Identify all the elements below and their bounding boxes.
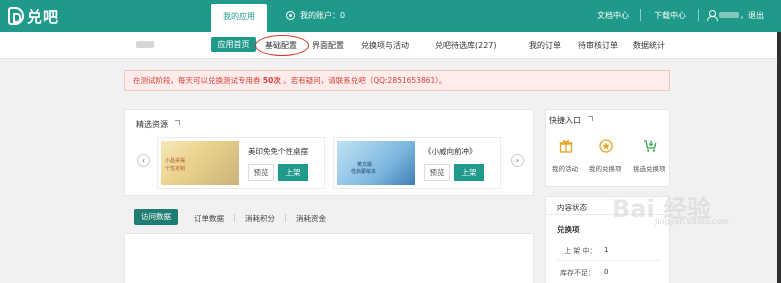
my-account-link[interactable]: 我的账户：0 [286,10,345,21]
divider [698,9,699,21]
test-notice-banner: 在测试阶段，每天可以兑换测试专用券 50次 。若有疑问，请联系兑吧（QQ:285… [124,70,670,91]
shelf-button[interactable]: 上架 [278,164,308,181]
notice-prefix: 在测试阶段，每天可以兑换测试专用券 [133,76,263,85]
subnav-app-home[interactable]: 应用首页 [211,37,256,52]
top-bar: 兑吧 我的应用 我的账户：0 文档中心 下载中心 ，退出 [0,0,781,32]
tab-visit-data[interactable]: 访问数据 [134,209,178,225]
divider [640,9,641,21]
status-title: 内容状态 [557,203,587,212]
resource-thumbnail[interactable]: 英文版 性启蒙绘本 [337,141,415,185]
featured-resources-panel: 精选资源 ‹ 小昌桌摆 个性定制 美印免免个性桌摆 预览 上架 英文版 性启蒙绘… [124,109,534,196]
subnav-items-activities[interactable]: 兑换项与活动 [361,40,409,51]
status-row-label: 库存不足： [560,269,595,277]
download-center-link[interactable]: 下载中心 [654,10,686,21]
tab-my-apps[interactable]: 我的应用 [211,4,267,32]
thumb-caption: 小昌桌摆 [165,158,186,164]
highlight-circle [255,35,309,56]
brand-logo[interactable]: 兑吧 [8,6,59,26]
status-section-title: 兑换项 [557,225,580,234]
cart-download-icon[interactable] [643,139,657,153]
title-corner-icon [175,120,180,125]
resource-name: 《小威向前冲》 [424,147,477,156]
logo-mark-icon [8,7,24,25]
carousel-next-button[interactable]: › [511,154,524,167]
divider [234,214,235,222]
preview-button[interactable]: 预览 [424,164,450,181]
sub-nav: 应用首页 基础配置 界面配置 兑换项与活动 兑吧待选库(227) 我的订单 待审… [0,32,781,59]
thumb-caption: 英文版 [357,162,373,168]
tab-order-data[interactable]: 订单数据 [194,213,224,224]
panel-title: 精选资源 [136,120,168,129]
quick-entry-panel: 快捷入口 我的活动 我的兑换项 挑选兑换项 [545,109,670,187]
docs-center-link[interactable]: 文档中心 [597,10,629,21]
subnav-candidate-library[interactable]: 兑吧待选库(227) [435,40,497,51]
divider [557,260,661,261]
window-edge [777,32,781,283]
resource-thumbnail[interactable]: 小昌桌摆 个性定制 [161,141,239,185]
quick-entry-label[interactable]: 我的活动 [552,163,578,173]
divider [285,214,286,222]
subnav-ui-config[interactable]: 界面配置 [312,40,344,51]
resource-card: 英文版 性启蒙绘本 《小威向前冲》 预览 上架 [333,137,501,189]
notice-count: 50次 [262,76,281,85]
resource-card: 小昌桌摆 个性定制 美印免免个性桌摆 预览 上架 [157,137,325,189]
notice-suffix: 。若有疑问，请联系兑吧（QQ:2851653861）。 [280,76,447,85]
carousel-prev-button[interactable]: ‹ [137,154,150,167]
shelf-button[interactable]: 上架 [454,164,484,181]
subnav-statistics[interactable]: 数据统计 [633,40,665,51]
gift-icon[interactable] [559,139,573,153]
app-name-blurred [136,41,154,48]
thumb-caption: 个性定制 [165,166,186,172]
thumb-caption: 性启蒙绘本 [351,169,377,175]
account-label: 我的账户：0 [300,11,346,20]
subnav-my-orders[interactable]: 我的订单 [529,40,561,51]
user-icon [707,10,718,21]
preview-button[interactable]: 预览 [248,164,274,181]
status-row-value: 1 [604,246,609,254]
subnav-pending-orders[interactable]: 待审核订单 [578,40,618,51]
star-badge-icon[interactable] [599,139,613,153]
title-corner-icon [588,116,593,121]
tab-points-consumed[interactable]: 消耗积分 [245,213,275,224]
quick-entry-label[interactable]: 我的兑换项 [589,163,622,173]
logout-link[interactable]: ，退出 [740,10,764,21]
status-row-label: 上 架 中： [564,247,597,255]
account-icon [286,11,295,20]
status-row-value: 0 [604,268,609,276]
resource-name: 美印免免个性桌摆 [248,147,308,156]
visit-data-panel [124,233,534,283]
watermark-sub: jingyan.baidu.com [655,217,729,226]
username-blurred [719,12,739,18]
quick-entry-label[interactable]: 挑选兑换项 [633,163,666,173]
panel-title: 快捷入口 [549,116,581,125]
tab-funds-consumed[interactable]: 消耗资金 [296,213,326,224]
logo-text: 兑吧 [27,7,60,26]
